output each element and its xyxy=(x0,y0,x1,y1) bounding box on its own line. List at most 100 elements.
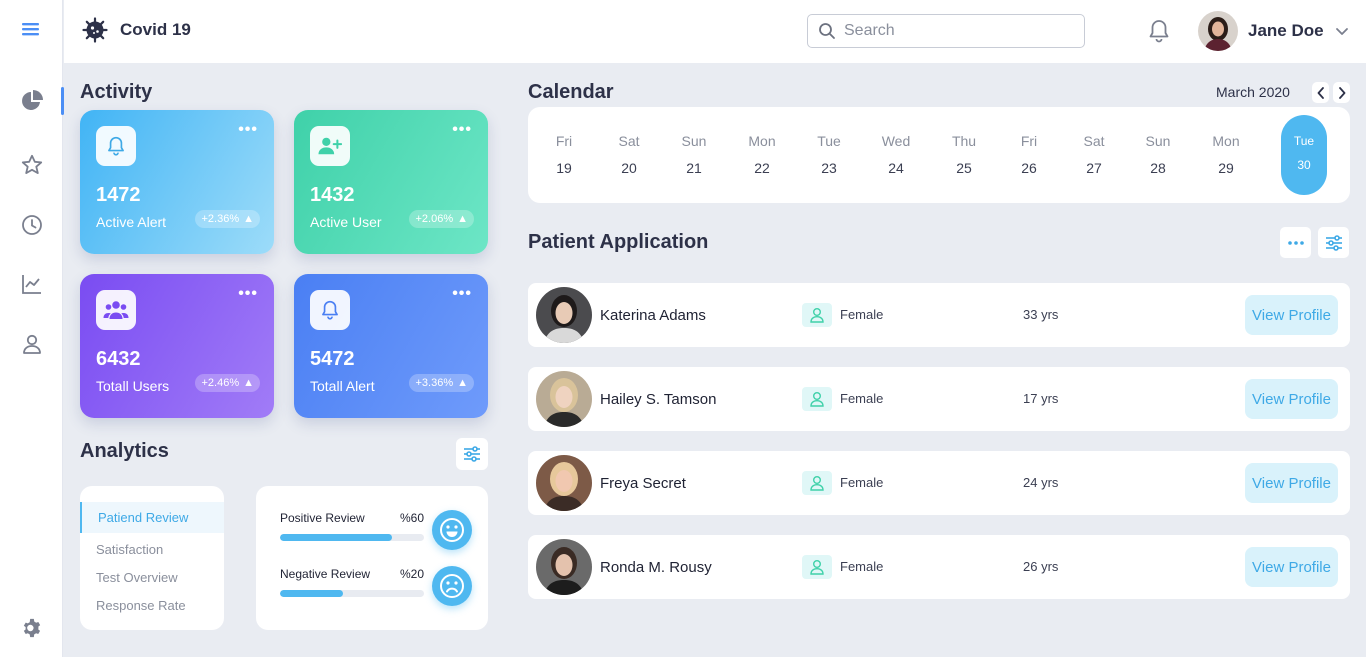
top-bar: Covid 19 Jane Doe xyxy=(64,0,1366,63)
card-label: Totall Users xyxy=(96,378,170,394)
search-box[interactable] xyxy=(807,14,1085,48)
activity-title: Activity xyxy=(80,81,153,103)
filter-sliders-icon[interactable] xyxy=(456,438,488,470)
caret-up-icon: ▲ xyxy=(243,213,254,225)
card-value: 5472 xyxy=(310,348,355,370)
progress-bar xyxy=(280,534,424,541)
view-profile-button[interactable]: View Profile xyxy=(1245,547,1338,587)
person-icon xyxy=(802,387,832,411)
calendar-day[interactable]: Fri 26 xyxy=(1004,133,1054,176)
calendar-day-selected[interactable]: Tue 30 xyxy=(1281,115,1327,195)
reviews-panel: Positive Review %60 Negative Review %20 xyxy=(256,486,488,630)
patient-age: 33 yrs xyxy=(1023,307,1059,322)
analytics-menu-item[interactable]: Patiend Review xyxy=(80,502,224,533)
patient-gender: Female xyxy=(840,307,884,322)
patient-photo xyxy=(536,287,592,343)
analytics-menu: Patiend Review Satisfaction Test Overvie… xyxy=(80,486,224,630)
patient-name: Freya Secret xyxy=(600,475,686,492)
patient-photo xyxy=(536,455,592,511)
calendar-day[interactable]: Sat 20 xyxy=(604,133,654,176)
filter-sliders-icon[interactable] xyxy=(1318,227,1349,258)
calendar-day[interactable]: Sun 28 xyxy=(1133,133,1183,176)
person-icon xyxy=(802,471,832,495)
hamburger-menu-icon[interactable] xyxy=(20,19,44,41)
patient-name: Ronda M. Rousy xyxy=(600,559,712,576)
day-date: 30 xyxy=(1297,158,1311,172)
day-name: Wed xyxy=(881,133,911,149)
day-name: Sun xyxy=(1145,133,1171,149)
review-label: Negative Review xyxy=(280,567,371,581)
calendar-day[interactable]: Mon 29 xyxy=(1201,133,1251,176)
happy-face-icon xyxy=(432,510,472,550)
user-icon xyxy=(22,334,41,354)
more-options-icon[interactable] xyxy=(1280,227,1311,258)
user-menu[interactable]: Jane Doe xyxy=(1198,11,1350,51)
sidebar-item-history[interactable] xyxy=(0,205,63,245)
card-value: 6432 xyxy=(96,348,141,370)
calendar-day[interactable]: Thu 25 xyxy=(939,133,989,176)
patient-age: 26 yrs xyxy=(1023,559,1059,574)
card-value: 1432 xyxy=(310,184,355,206)
calendar-day[interactable]: Tue 23 xyxy=(804,133,854,176)
change-badge: +3.36% ▲ xyxy=(409,374,474,392)
chevron-left-icon[interactable] xyxy=(1312,82,1329,103)
progress-fill xyxy=(280,590,344,597)
app-title: Covid 19 xyxy=(120,20,191,39)
sad-face-icon xyxy=(432,566,472,606)
calendar-day[interactable]: Sun 21 xyxy=(669,133,719,176)
day-date: 25 xyxy=(956,160,972,176)
line-chart-icon xyxy=(21,275,41,294)
star-icon xyxy=(21,154,42,174)
review-label: Positive Review xyxy=(280,511,365,525)
search-input[interactable] xyxy=(844,22,1064,40)
progress-fill xyxy=(280,534,393,541)
card-active-alert[interactable]: ••• 1472 Active Alert +2.36% ▲ xyxy=(80,110,274,254)
change-value: +3.36% xyxy=(415,377,454,389)
card-total-alert[interactable]: ••• 5472 Totall Alert +3.36% ▲ xyxy=(294,274,488,418)
card-value: 1472 xyxy=(96,184,141,206)
calendar-day[interactable]: Wed 24 xyxy=(871,133,921,176)
sidebar-item-dashboard[interactable] xyxy=(0,81,64,121)
view-profile-button[interactable]: View Profile xyxy=(1245,295,1338,335)
day-name: Tue xyxy=(1293,134,1315,148)
sidebar-item-stats[interactable] xyxy=(0,264,63,304)
analytics-menu-item[interactable]: Test Overview xyxy=(96,570,178,585)
day-name: Sat xyxy=(618,133,640,149)
brand[interactable]: Covid 19 xyxy=(82,17,191,43)
card-label: Totall Alert xyxy=(310,378,375,394)
progress-bar xyxy=(280,590,424,597)
calendar-strip: Fri 19 Sat 20 Sun 21 Mon 22 Tue 23 Wed 24 Thu 2… xyxy=(528,107,1350,203)
sidebar-item-favorites[interactable] xyxy=(0,145,63,185)
change-value: +2.36% xyxy=(201,213,240,225)
calendar-day[interactable]: Mon 22 xyxy=(737,133,787,176)
change-value: +2.06% xyxy=(415,213,454,225)
chevron-right-icon[interactable] xyxy=(1333,82,1350,103)
more-options-icon[interactable]: ••• xyxy=(452,122,472,138)
card-total-users[interactable]: ••• 6432 Totall Users +2.46% ▲ xyxy=(80,274,274,418)
more-options-icon[interactable]: ••• xyxy=(238,122,258,138)
analytics-menu-item[interactable]: Satisfaction xyxy=(96,542,163,557)
view-profile-button[interactable]: View Profile xyxy=(1245,379,1338,419)
patient-row: Katerina Adams Female 33 yrs View Profil… xyxy=(528,283,1350,347)
caret-up-icon: ▲ xyxy=(457,377,468,389)
caret-up-icon: ▲ xyxy=(243,377,254,389)
patient-gender: Female xyxy=(840,559,884,574)
patient-photo xyxy=(536,371,592,427)
calendar-day[interactable]: Sat 27 xyxy=(1069,133,1119,176)
day-name: Fri xyxy=(555,133,573,149)
more-options-icon[interactable]: ••• xyxy=(452,286,472,302)
more-options-icon[interactable]: ••• xyxy=(238,286,258,302)
day-date: 20 xyxy=(621,160,637,176)
settings-gear-icon[interactable] xyxy=(0,608,63,648)
view-profile-button[interactable]: View Profile xyxy=(1245,463,1338,503)
card-active-user[interactable]: ••• 1432 Active User +2.06% ▲ xyxy=(294,110,488,254)
calendar-day[interactable]: Fri 19 xyxy=(539,133,589,176)
patient-row: Ronda M. Rousy Female 26 yrs View Profil… xyxy=(528,535,1350,599)
analytics-menu-item[interactable]: Response Rate xyxy=(96,598,186,613)
patient-age: 17 yrs xyxy=(1023,391,1059,406)
sidebar xyxy=(0,0,64,657)
notification-bell-icon[interactable] xyxy=(1147,18,1171,49)
sidebar-item-profile[interactable] xyxy=(0,324,63,364)
day-date: 22 xyxy=(754,160,770,176)
search-icon xyxy=(819,23,835,39)
